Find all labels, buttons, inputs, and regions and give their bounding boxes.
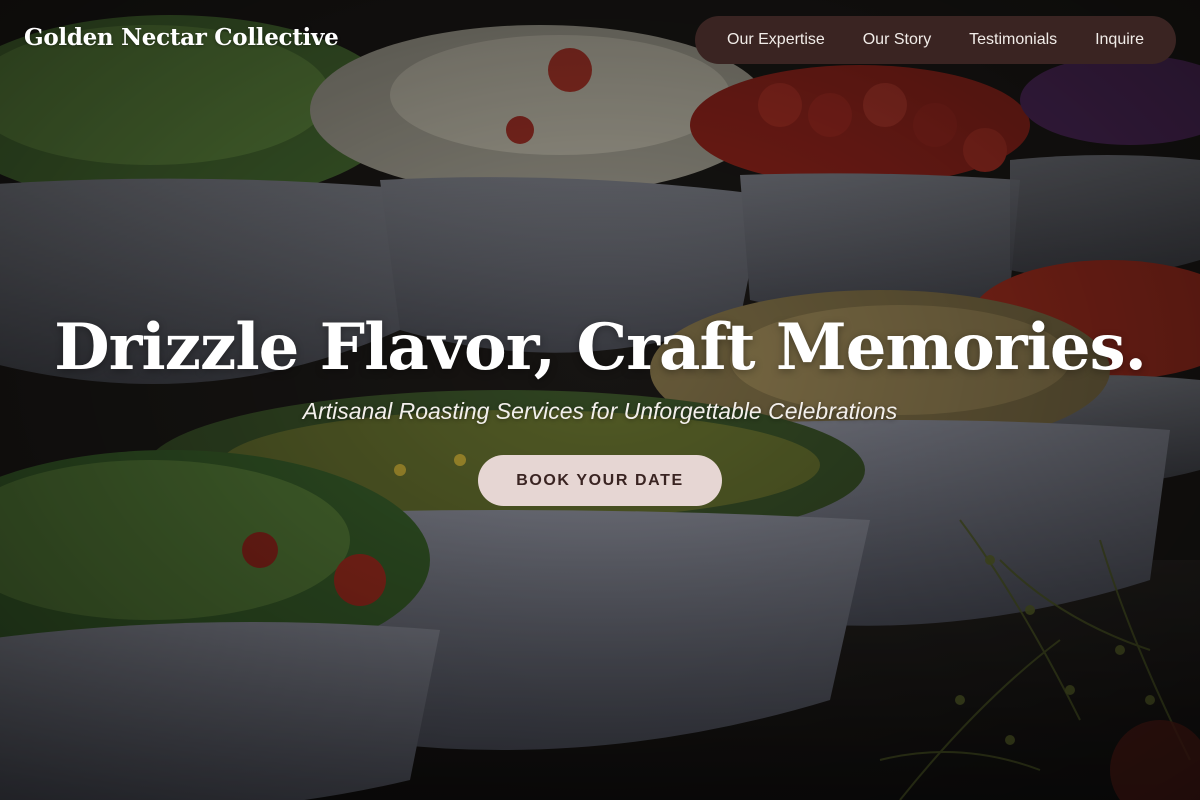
nav-link-testimonials[interactable]: Testimonials	[969, 31, 1057, 49]
nav-link-our-expertise[interactable]: Our Expertise	[727, 31, 825, 49]
site-header: Golden Nectar Collective Our Expertise O…	[0, 0, 1200, 80]
book-your-date-button[interactable]: BOOK YOUR DATE	[478, 455, 722, 506]
hero-title: Drizzle Flavor, Craft Memories.	[54, 310, 1147, 385]
main-nav: Our Expertise Our Story Testimonials Inq…	[695, 16, 1176, 64]
brand-logo[interactable]: Golden Nectar Collective	[24, 24, 339, 51]
nav-link-inquire[interactable]: Inquire	[1095, 31, 1144, 49]
hero-subtitle: Artisanal Roasting Services for Unforget…	[302, 398, 898, 424]
nav-link-our-story[interactable]: Our Story	[863, 31, 931, 49]
hero-section: Golden Nectar Collective Our Expertise O…	[0, 0, 1200, 800]
